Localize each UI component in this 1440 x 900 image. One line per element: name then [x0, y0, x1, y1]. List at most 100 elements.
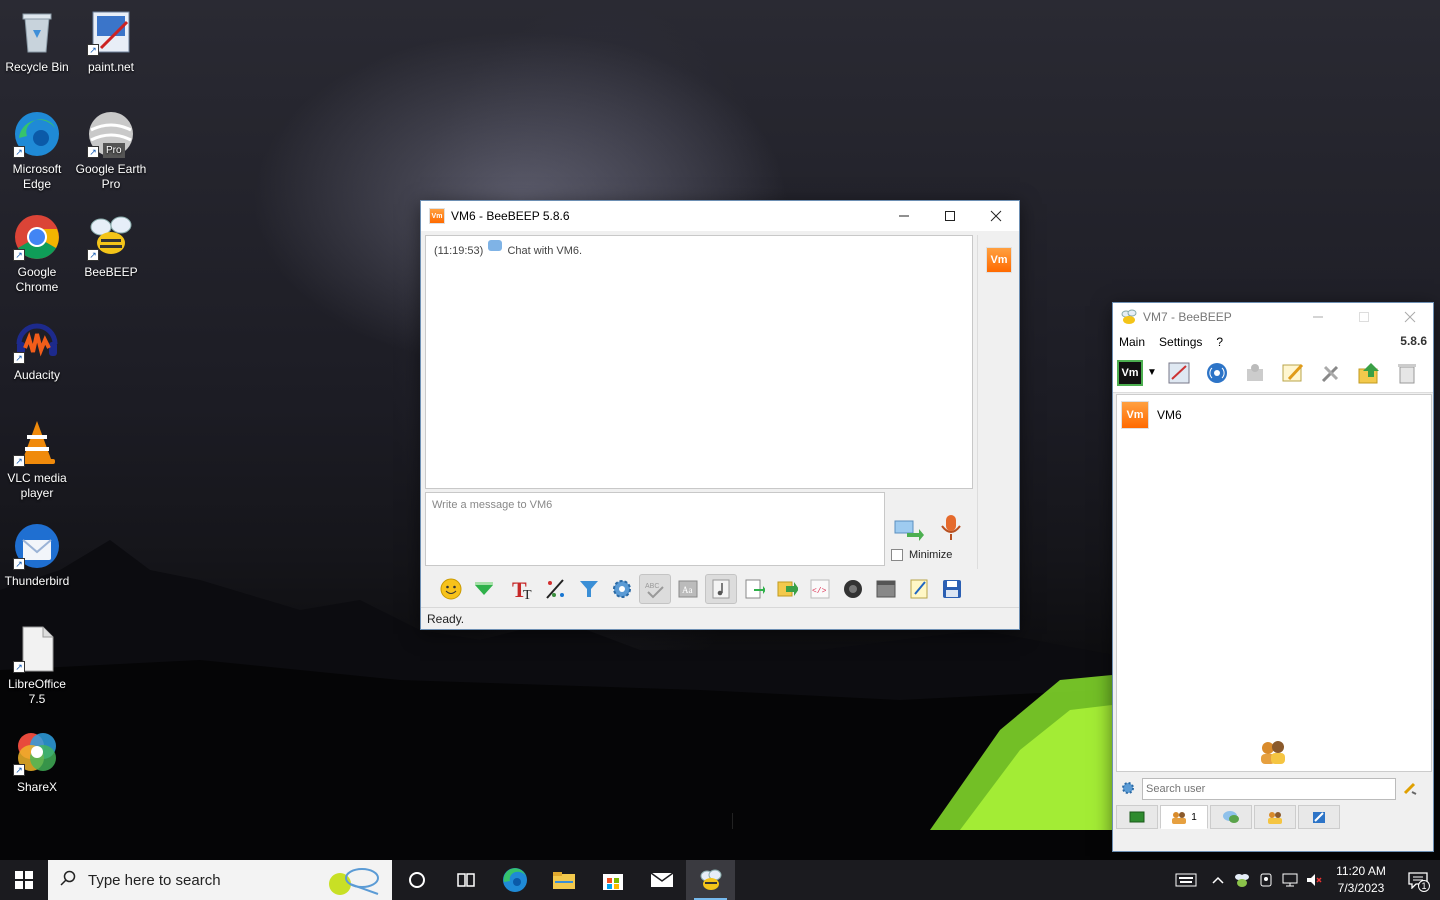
html-code-icon[interactable]: </>: [804, 574, 836, 604]
desktop-icon-label: Audacity: [13, 368, 61, 382]
window-title: VM6 - BeeBEEP 5.8.6: [451, 209, 570, 223]
desktop-icon-label: Recycle Bin: [5, 60, 69, 74]
search-row: [1116, 776, 1432, 802]
emoticon-icon[interactable]: [435, 574, 467, 604]
text-color-icon[interactable]: [540, 574, 572, 604]
taskbar-edge-icon[interactable]: [490, 860, 539, 900]
desktop-icon-google-earth-pro[interactable]: ↗ Pro Google Earth Pro: [74, 110, 148, 192]
cortana-button[interactable]: [392, 860, 441, 900]
maximize-window-button[interactable]: [1341, 303, 1387, 331]
desktop-icon-microsoft-edge[interactable]: ↗ Microsoft Edge: [0, 110, 74, 192]
send-file-icon[interactable]: [771, 574, 803, 604]
clear-search-icon[interactable]: [1402, 780, 1418, 799]
beebeep-tray-icon[interactable]: [1230, 860, 1254, 900]
minimize-window-button[interactable]: [881, 201, 927, 231]
close-window-button[interactable]: [1387, 303, 1433, 331]
task-view-button[interactable]: [441, 860, 490, 900]
trash-icon[interactable]: [1391, 358, 1423, 388]
taskbar-mail-icon[interactable]: [637, 860, 686, 900]
checkbox-box: [891, 549, 903, 561]
notifications-icon[interactable]: 1: [1396, 860, 1440, 900]
member-avatar-vm6[interactable]: Vm: [986, 247, 1012, 273]
desktop-icon-vlc[interactable]: ↗ VLC media player: [0, 419, 74, 501]
search-settings-icon[interactable]: [1120, 780, 1136, 799]
home-tab[interactable]: [1116, 805, 1158, 829]
broadcast-icon[interactable]: [1201, 358, 1233, 388]
profile-button[interactable]: Vm ▼: [1117, 359, 1157, 386]
chat-log[interactable]: (11:19:53) Chat with VM6.: [425, 235, 973, 489]
users-group-icon: [1257, 738, 1289, 769]
desktop-icon-paint-net[interactable]: ↗ paint.net: [74, 8, 148, 75]
taskbar-clock[interactable]: 11:20 AM 7/3/2023: [1326, 863, 1396, 897]
main-window-titlebar[interactable]: VM7 - BeeBEEP: [1113, 303, 1433, 331]
desktop-icon-libreoffice[interactable]: ↗ LibreOffice 7.5: [0, 625, 74, 707]
filter-icon[interactable]: [573, 574, 605, 604]
desktop-icon-label: paint.net: [87, 60, 135, 74]
desktop-icon-audacity[interactable]: ↗ Audacity: [0, 316, 74, 383]
text-font-icon[interactable]: TT: [507, 574, 539, 604]
group-disabled-icon[interactable]: [1239, 358, 1271, 388]
volume-muted-icon[interactable]: [1302, 860, 1326, 900]
minimize-window-button[interactable]: [1295, 303, 1341, 331]
notes-icon[interactable]: [903, 574, 935, 604]
user-list: Vm VM6: [1116, 394, 1432, 772]
record-voice-button[interactable]: [937, 513, 965, 543]
windows-start-button[interactable]: [0, 860, 48, 900]
close-window-button[interactable]: [973, 201, 1019, 231]
taskbar-search-box[interactable]: Type here to search: [48, 860, 392, 900]
groups-tab[interactable]: [1254, 805, 1296, 829]
file-sharing-icon[interactable]: [1353, 358, 1385, 388]
font-icon[interactable]: Aa: [672, 574, 704, 604]
svg-text:Aa: Aa: [682, 585, 693, 595]
keyboard-icon[interactable]: [1166, 860, 1206, 900]
maximize-window-button[interactable]: [927, 201, 973, 231]
shortcut-arrow-icon: ↗: [13, 661, 25, 673]
audacity-icon: ↗: [13, 316, 61, 364]
shortcut-arrow-icon: ↗: [13, 352, 25, 364]
files-tab[interactable]: [1298, 805, 1340, 829]
menu-main[interactable]: Main: [1119, 335, 1145, 349]
search-icon: [60, 870, 76, 890]
chevron-up-icon[interactable]: [1206, 860, 1230, 900]
shortcut-arrow-icon: ↗: [13, 455, 25, 467]
taskbar-beebeep-icon[interactable]: [686, 860, 735, 900]
webcam-icon[interactable]: [1254, 860, 1278, 900]
status-message-icon[interactable]: [1163, 358, 1195, 388]
search-user-input[interactable]: [1142, 778, 1396, 800]
chat-window: Vm VM6 - BeeBEEP 5.8.6 (11:19:53) Chat w…: [420, 200, 1020, 829]
shortcut-arrow-icon: ↗: [87, 249, 99, 261]
green-arrow-icon[interactable]: [468, 574, 500, 604]
users-tab[interactable]: 1: [1160, 805, 1208, 829]
system-tray: 11:20 AM 7/3/2023 1: [1166, 860, 1440, 900]
music-note-icon[interactable]: [705, 574, 737, 604]
settings-icon[interactable]: [606, 574, 638, 604]
desktop-icon-recycle-bin[interactable]: Recycle Bin: [0, 8, 74, 75]
write-message-icon[interactable]: [1277, 358, 1309, 388]
save-chat-icon[interactable]: [738, 574, 770, 604]
menu-settings[interactable]: Settings: [1159, 335, 1202, 349]
send-message-button[interactable]: [891, 515, 927, 543]
taskbar-file-explorer-icon[interactable]: [539, 860, 588, 900]
desktop-icon-label: BeeBEEP: [84, 265, 138, 279]
spellcheck-icon[interactable]: ABC: [639, 574, 671, 604]
save-icon[interactable]: [936, 574, 968, 604]
menu-help[interactable]: ?: [1216, 335, 1223, 349]
desktop-icon-label: ShareX: [16, 780, 58, 794]
taskbar-store-icon[interactable]: [588, 860, 637, 900]
desktop-icon-sharex[interactable]: ↗ ShareX: [0, 728, 74, 795]
chats-tab[interactable]: [1210, 805, 1252, 829]
desktop-icon-thunderbird[interactable]: ↗ Thunderbird: [0, 522, 74, 589]
window-icon[interactable]: [870, 574, 902, 604]
tools-icon[interactable]: [1315, 358, 1347, 388]
user-list-item[interactable]: Vm VM6: [1117, 395, 1431, 435]
message-input[interactable]: Write a message to VM6: [425, 492, 885, 829]
desktop-icon-label: Google Chrome: [15, 265, 59, 294]
minimize-checkbox[interactable]: Minimize: [891, 549, 952, 561]
chat-window-titlebar[interactable]: Vm VM6 - BeeBEEP 5.8.6: [421, 201, 1019, 231]
desktop-icon-google-chrome[interactable]: ↗ Google Chrome: [0, 213, 74, 295]
svg-text:</>: </>: [812, 587, 827, 596]
network-icon[interactable]: [1278, 860, 1302, 900]
minimize-label: Minimize: [909, 549, 953, 561]
screenshot-icon[interactable]: [837, 574, 869, 604]
desktop-icon-beebeep[interactable]: ↗ BeeBEEP: [74, 213, 148, 280]
